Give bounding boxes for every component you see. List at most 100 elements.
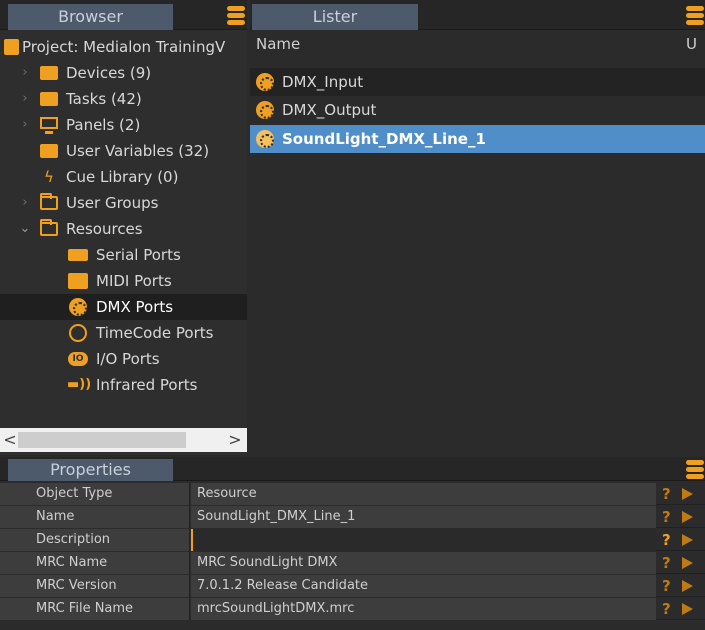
property-key: Name [0, 506, 190, 528]
chevron-right-icon[interactable]: › [18, 112, 32, 138]
tree-item-label: Serial Ports [96, 246, 181, 264]
play-icon[interactable] [682, 488, 693, 500]
tree-item-panels[interactable]: › Panels (2) [0, 112, 247, 138]
timecode-icon [69, 324, 87, 342]
monitor-icon [40, 117, 58, 134]
property-value[interactable]: SoundLight_DMX_Line_1 [191, 506, 656, 528]
property-key: MRC Name [0, 552, 190, 574]
property-value[interactable]: mrcSoundLightDMX.mrc [191, 598, 656, 620]
lister-pane: Lister Name U DMX_Input DMX_Output Sound… [250, 0, 705, 455]
tree-item-midi-ports[interactable]: MIDI Ports [0, 268, 247, 294]
properties-header: Properties [0, 457, 705, 481]
tab-browser[interactable]: Browser [8, 4, 173, 30]
tree-item-label: User Groups [66, 194, 159, 212]
dmx-port-icon [256, 101, 274, 119]
list-item[interactable]: DMX_Input [250, 68, 705, 96]
dmx-port-icon [256, 73, 274, 91]
tree-item-infrared-ports[interactable]: ▬)) Infrared Ports [0, 372, 247, 398]
property-value[interactable]: 7.0.1.2 Release Candidate [191, 575, 656, 597]
browser-pane: Browser Project: Medialon TrainingV › De… [0, 0, 247, 455]
tree-item-dmx-ports[interactable]: DMX Ports [0, 294, 247, 320]
property-row-object-type[interactable]: Object Type Resource ? [0, 483, 705, 505]
browser-header: Browser [0, 0, 247, 30]
chevron-right-icon[interactable]: › [18, 190, 32, 216]
tree-item-label: Cue Library (0) [66, 168, 179, 186]
chevron-right-icon[interactable]: › [18, 60, 32, 86]
tree-item-label: MIDI Ports [96, 272, 172, 290]
tree-item-user-variables[interactable]: User Variables (32) [0, 138, 247, 164]
tree-item-label: Panels (2) [66, 116, 141, 134]
play-icon[interactable] [682, 603, 693, 615]
lister-menu-icon[interactable] [686, 6, 704, 26]
help-icon[interactable]: ? [662, 598, 676, 620]
infrared-icon: ▬)) [67, 377, 92, 392]
tree-item-label: Resources [66, 220, 143, 238]
chevron-down-icon[interactable]: ⌄ [18, 216, 32, 242]
tree-item-resources[interactable]: ⌄ Resources [0, 216, 247, 242]
tree-item-label: Infrared Ports [96, 376, 198, 394]
scroll-right-icon[interactable]: > [225, 428, 245, 452]
scroll-left-icon[interactable]: < [0, 428, 20, 452]
tab-lister[interactable]: Lister [252, 4, 418, 30]
property-row-description[interactable]: Description ? [0, 529, 705, 551]
property-row-mrc-version[interactable]: MRC Version 7.0.1.2 Release Candidate ? [0, 575, 705, 597]
browser-horizontal-scrollbar[interactable]: < > [0, 428, 247, 452]
lister-column-header: Name U [250, 32, 705, 56]
list-item-label: SoundLight_DMX_Line_1 [282, 130, 486, 148]
tree-item-label: Devices (9) [66, 64, 152, 82]
folder-variables-icon [40, 144, 58, 158]
list-item[interactable]: DMX_Output [250, 96, 705, 124]
tree-item-tasks[interactable]: › Tasks (42) [0, 86, 247, 112]
property-value[interactable]: MRC SoundLight DMX [191, 552, 656, 574]
property-row-mrc-file-name[interactable]: MRC File Name mrcSoundLightDMX.mrc ? [0, 598, 705, 620]
column-header-name[interactable]: Name [256, 32, 300, 56]
property-row-mrc-name[interactable]: MRC Name MRC SoundLight DMX ? [0, 552, 705, 574]
chevron-right-icon[interactable]: › [18, 86, 32, 112]
browser-menu-icon[interactable] [227, 6, 245, 26]
folder-icon [40, 193, 58, 210]
serial-port-icon [68, 249, 88, 261]
help-icon[interactable]: ? [662, 529, 676, 551]
properties-pane: Properties Object Type Resource ? Name S… [0, 457, 705, 630]
tree-item-io-ports[interactable]: IO I/O Ports [0, 346, 247, 372]
play-icon[interactable] [682, 511, 693, 523]
column-header-u[interactable]: U [686, 32, 697, 56]
tree-item-serial-ports[interactable]: Serial Ports [0, 242, 247, 268]
folder-tasks-icon [40, 92, 58, 106]
tree-item-user-groups[interactable]: › User Groups [0, 190, 247, 216]
play-icon[interactable] [682, 534, 693, 546]
tree-item-timecode-ports[interactable]: TimeCode Ports [0, 320, 247, 346]
tree-item-project[interactable]: Project: Medialon TrainingV [0, 34, 247, 60]
dmx-port-icon [256, 130, 274, 148]
scrollbar-thumb[interactable] [18, 432, 186, 448]
property-row-name[interactable]: Name SoundLight_DMX_Line_1 ? [0, 506, 705, 528]
help-icon[interactable]: ? [662, 506, 676, 528]
tree-item-cue-library[interactable]: ϟ Cue Library (0) [0, 164, 247, 190]
lister-header: Lister [250, 0, 705, 30]
description-input[interactable] [191, 529, 656, 551]
io-port-icon: IO [68, 352, 88, 366]
properties-menu-icon[interactable] [686, 460, 704, 480]
list-item-selected[interactable]: SoundLight_DMX_Line_1 [250, 125, 705, 153]
property-key: MRC File Name [0, 598, 190, 620]
folder-device-icon [40, 66, 58, 80]
help-icon[interactable]: ? [662, 575, 676, 597]
play-icon[interactable] [682, 557, 693, 569]
list-item-label: DMX_Input [282, 73, 364, 91]
tree-item-label: Tasks (42) [66, 90, 142, 108]
project-icon [4, 39, 19, 55]
tab-properties[interactable]: Properties [8, 459, 173, 481]
dmx-port-icon [69, 298, 87, 316]
tree-item-label: Project: Medialon TrainingV [22, 38, 226, 56]
tree-item-label: I/O Ports [96, 350, 160, 368]
property-value[interactable]: Resource [191, 483, 656, 505]
tree-item-devices[interactable]: › Devices (9) [0, 60, 247, 86]
property-key: Description [0, 529, 190, 551]
folder-open-icon [40, 219, 58, 236]
property-key: Object Type [0, 483, 190, 505]
midi-port-icon [68, 273, 88, 289]
help-icon[interactable]: ? [662, 483, 676, 505]
help-icon[interactable]: ? [662, 552, 676, 574]
property-key: MRC Version [0, 575, 190, 597]
play-icon[interactable] [682, 580, 693, 592]
